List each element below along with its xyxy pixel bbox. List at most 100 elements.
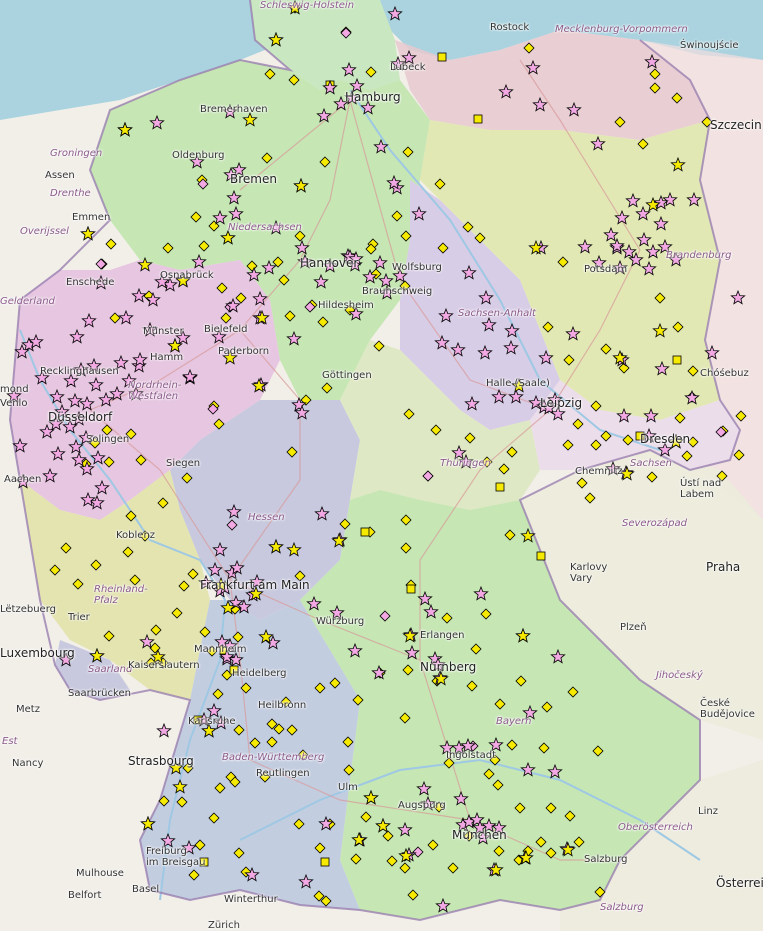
label-solingen: Solingen xyxy=(86,434,130,445)
label-belfort: Belfort xyxy=(68,890,102,901)
label-praha: Praha xyxy=(706,560,741,574)
label-augsburg: Augsburg xyxy=(398,800,446,811)
diamond-icon[interactable] xyxy=(105,238,117,250)
label-osterreich: Österrei xyxy=(716,876,763,890)
label-groningen: Groningen xyxy=(50,148,103,159)
label-karlsruhe: Karlsruhe xyxy=(188,716,236,727)
label-bremerhaven: Bremerhaven xyxy=(200,104,268,115)
label-mannheim: Mannheim xyxy=(194,644,247,655)
label-braunschweig: Braunschweig xyxy=(362,286,433,297)
label-nrw: Nordrhein-Westfalen xyxy=(128,380,182,402)
label-osnabruck: Osnabrück xyxy=(160,270,214,281)
label-potsdam: Potsdam xyxy=(584,264,628,275)
label-est: Est xyxy=(2,736,18,747)
label-emmen: Emmen xyxy=(72,212,111,223)
label-oldenburg: Oldenburg xyxy=(172,150,225,161)
label-wurzburg: Würzburg xyxy=(316,616,365,627)
label-reutlingen: Reutlingen xyxy=(256,768,310,779)
star-icon[interactable] xyxy=(156,722,172,738)
square-icon[interactable] xyxy=(672,355,682,365)
label-ceske: České Budějovice xyxy=(700,698,755,720)
label-bayern: Bayern xyxy=(496,716,532,727)
label-assen: Assen xyxy=(45,170,75,181)
label-linz: Linz xyxy=(698,806,718,817)
label-erlangen: Erlangen xyxy=(420,630,465,641)
label-chemnitz: Chemnitz xyxy=(575,466,623,477)
label-mond: mond xyxy=(0,384,29,395)
label-recklinghausen: Recklinghausen xyxy=(40,366,119,377)
label-nurnberg: Nürnberg xyxy=(420,660,477,674)
label-trier: Trier xyxy=(68,612,90,623)
square-icon[interactable] xyxy=(437,52,447,62)
label-winterthur: Winterthur xyxy=(224,894,278,905)
label-ingolstadt: Ingolstadt xyxy=(446,750,497,761)
label-dusseldorf: Düsseldorf xyxy=(48,410,113,424)
label-letzebuerg: Lëtzebuerg xyxy=(0,604,56,615)
label-salzburg-region: Salzburg xyxy=(600,902,644,913)
diamond-icon[interactable] xyxy=(95,258,107,270)
label-wolfsburg: Wolfsburg xyxy=(392,262,442,273)
label-koblenz: Koblenz xyxy=(116,530,156,541)
square-icon[interactable] xyxy=(320,857,330,867)
label-paderborn: Paderborn xyxy=(218,346,270,357)
label-venlo: Venlo xyxy=(0,398,28,409)
label-hildesheim: Hildesheim xyxy=(318,300,374,311)
label-dresden: Dresden xyxy=(640,432,691,446)
square-icon[interactable] xyxy=(406,584,416,594)
label-kaiserslautern: Kaiserslautern xyxy=(128,660,200,671)
label-overijssel: Overijssel xyxy=(20,226,69,237)
label-mulhouse: Mulhouse xyxy=(76,868,124,879)
label-enschede: Enschede xyxy=(66,277,115,288)
label-munchen: München xyxy=(452,828,507,842)
label-heidelberg: Heidelberg xyxy=(232,668,287,679)
label-niedersachsen: Niedersachsen xyxy=(228,222,302,233)
label-gelderland: Gelderland xyxy=(0,296,55,307)
square-icon[interactable] xyxy=(473,114,483,124)
square-icon[interactable] xyxy=(360,527,370,537)
label-bw: Baden-Württemberg xyxy=(222,752,325,763)
label-ulm: Ulm xyxy=(338,782,358,793)
label-siegen: Siegen xyxy=(166,458,201,469)
label-bremen: Bremen xyxy=(230,172,277,186)
label-metz: Metz xyxy=(16,704,40,715)
label-drenthe: Drenthe xyxy=(50,188,91,199)
label-freiburg: Freiburg im Breisgau xyxy=(146,846,206,868)
label-hannover: Hannover xyxy=(300,256,359,270)
label-severozapad: Severozápad xyxy=(622,518,687,529)
label-rheinland: Rheinland-Pfalz xyxy=(94,584,148,606)
label-luxembourg: Luxembourg xyxy=(0,646,75,660)
label-lubeck: Lübeck xyxy=(390,62,426,73)
label-hessen: Hessen xyxy=(248,512,285,523)
label-oberosterreich: Oberösterreich xyxy=(618,822,693,833)
label-leipzig: Leipzig xyxy=(540,396,583,410)
label-frankfurt: Frankfurt am Main xyxy=(200,578,310,592)
label-thuringen: Thüringen xyxy=(440,458,491,469)
label-szczecin: Szczecin xyxy=(710,118,762,132)
label-gottingen: Göttingen xyxy=(322,370,372,381)
label-brandenburg: Brandenburg xyxy=(666,250,732,261)
label-mecklenburg: Mecklenburg-Vorpommern xyxy=(555,24,688,35)
label-sachsen-anhalt: Sachsen-Anhalt xyxy=(458,308,536,319)
label-usti: Ústí nad Labem xyxy=(680,478,722,500)
label-plzen: Plzeň xyxy=(620,622,647,633)
map-view[interactable]: Schleswig-Holstein Rostock Mecklenburg-V… xyxy=(0,0,763,931)
label-karlovy: Karlovy Vary xyxy=(570,562,608,584)
label-nancy: Nancy xyxy=(12,758,44,769)
label-munster: Münster xyxy=(143,326,184,337)
label-jihocesky: Jihočeský xyxy=(656,670,703,681)
label-sachsen: Sachsen xyxy=(630,458,673,469)
label-rostock: Rostock xyxy=(490,22,530,33)
label-saarland: Saarland xyxy=(88,664,133,675)
label-halle: Halle (Saale) xyxy=(486,378,550,389)
label-bielefeld: Bielefeld xyxy=(204,324,248,335)
square-icon[interactable] xyxy=(536,551,546,561)
label-salzburg: Salzburg xyxy=(584,854,628,865)
label-hamburg: Hamburg xyxy=(345,90,401,104)
square-icon[interactable] xyxy=(495,482,505,492)
label-saarbrucken: Saarbrücken xyxy=(68,688,131,699)
label-zurich: Zürich xyxy=(208,920,240,931)
label-schleswig-holstein: Schleswig-Holstein xyxy=(260,0,355,11)
label-swinoujscie: Świnoujście xyxy=(680,40,739,51)
label-aachen: Aachen xyxy=(4,474,42,485)
label-heilbronn: Heilbronn xyxy=(258,700,307,711)
